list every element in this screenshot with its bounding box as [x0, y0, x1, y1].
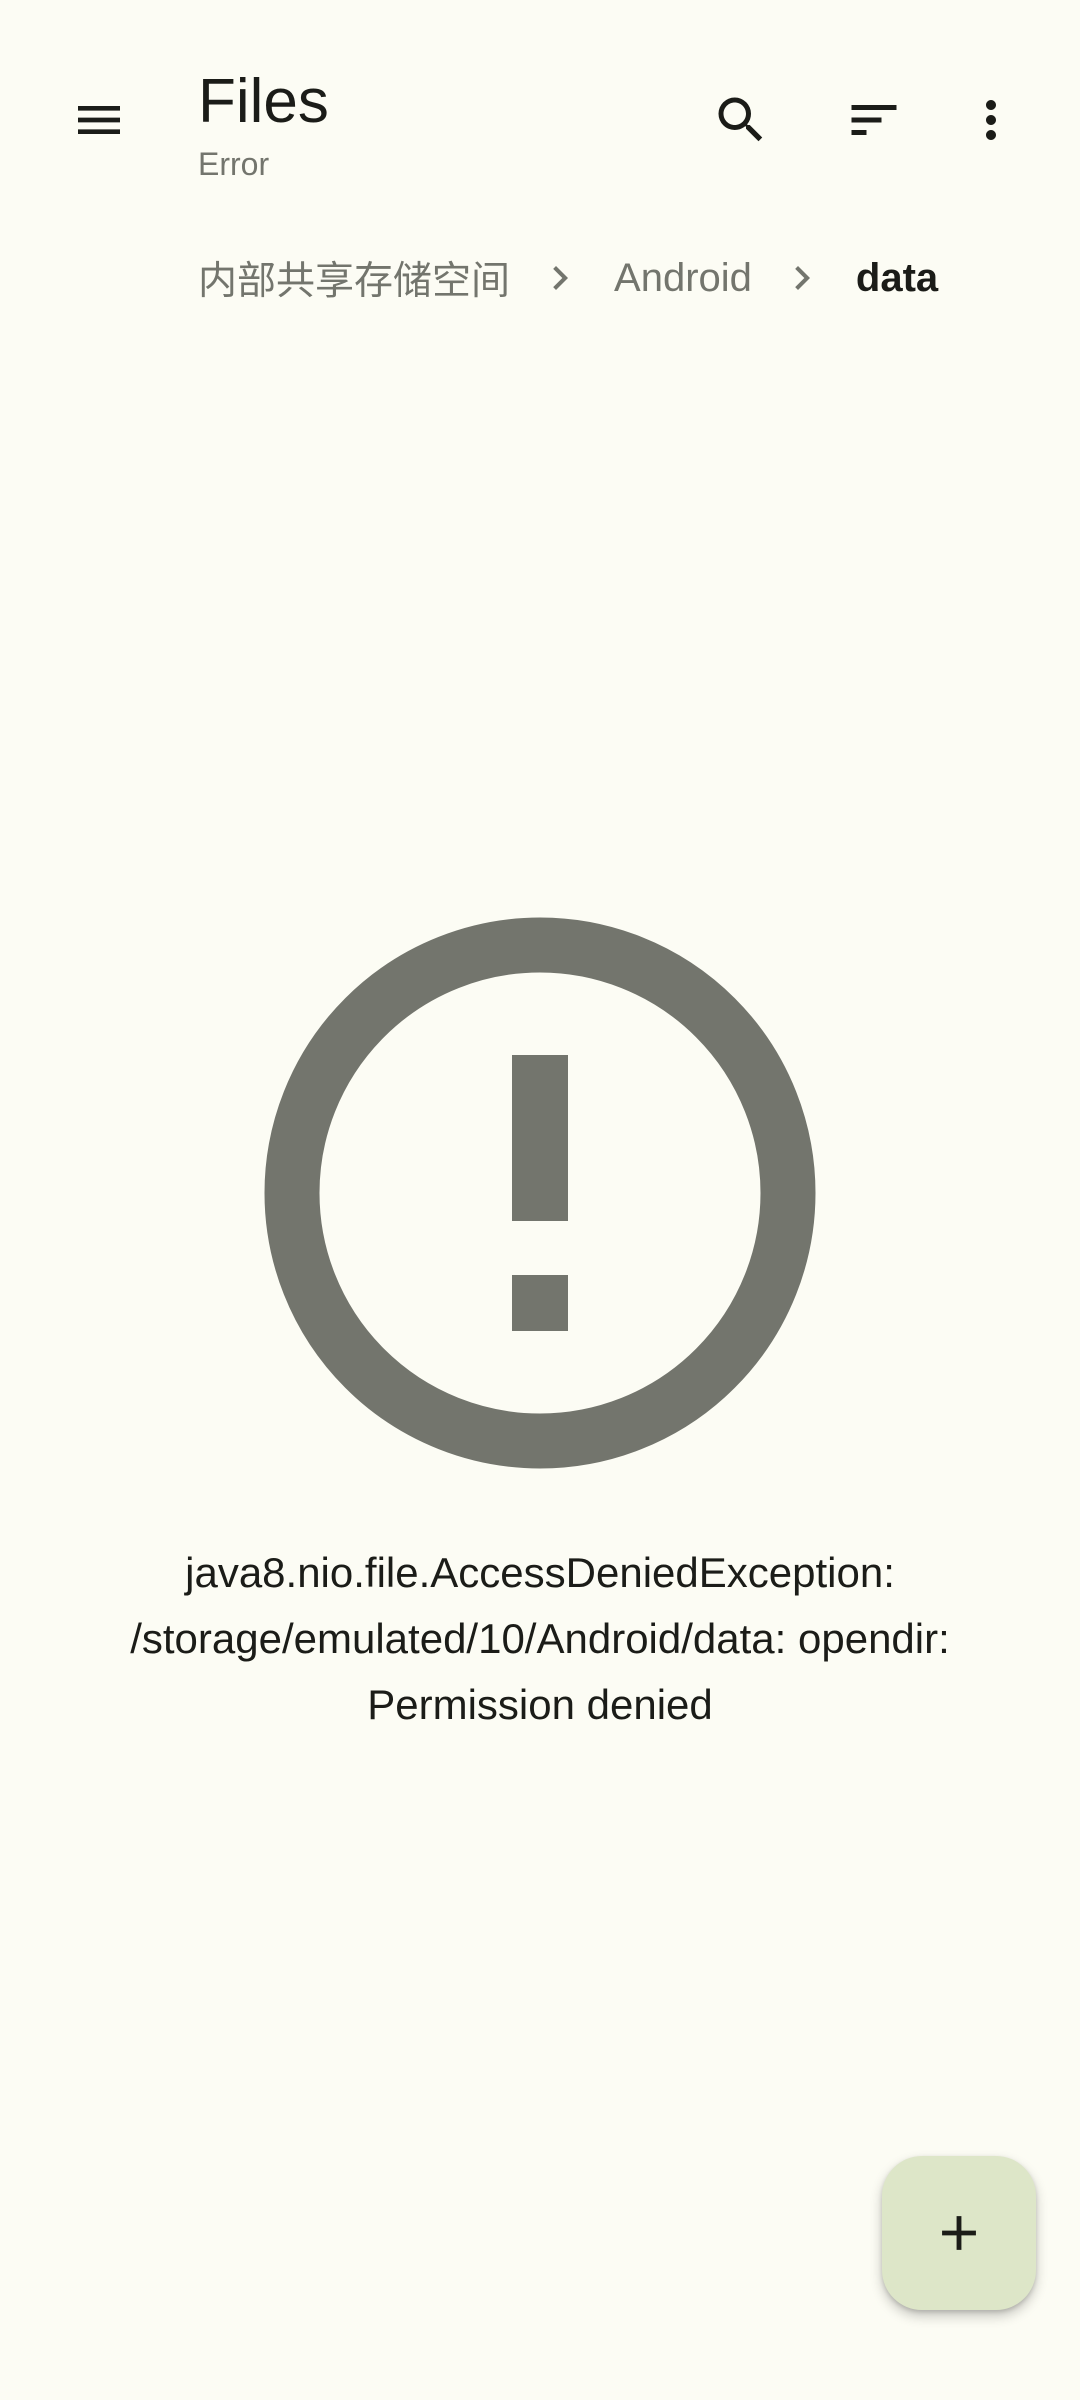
search-button[interactable]: [681, 60, 801, 180]
breadcrumb-item-android[interactable]: Android: [614, 256, 752, 301]
top-app-bar: Files Error: [0, 0, 1080, 220]
sort-button[interactable]: [814, 60, 934, 180]
more-options-button[interactable]: [931, 60, 1051, 180]
chevron-right-icon: [778, 254, 826, 302]
menu-button[interactable]: [39, 60, 159, 180]
app-title: Files: [198, 67, 329, 136]
add-fab-button[interactable]: [882, 2156, 1036, 2310]
search-icon: [718, 97, 763, 142]
more-vert-icon: [986, 100, 996, 140]
breadcrumb: 内部共享存储空间 Android data: [198, 240, 938, 316]
breadcrumb-item-data[interactable]: data: [856, 256, 938, 301]
title-block: Files Error: [198, 62, 329, 186]
sort-icon: [851, 105, 897, 135]
chevron-right-icon: [536, 254, 584, 302]
error-outline-icon: [264, 917, 816, 1469]
add-icon: [942, 2216, 976, 2250]
error-message: java8.nio.file.AccessDeniedException: /s…: [130, 1549, 950, 1728]
breadcrumb-item-internal-storage[interactable]: 内部共享存储空间: [198, 250, 510, 306]
files-screen: Files Error 内部共享存储空间 Android data java8.…: [0, 0, 1080, 2400]
app-subtitle: Error: [198, 146, 270, 182]
menu-icon: [78, 106, 120, 134]
